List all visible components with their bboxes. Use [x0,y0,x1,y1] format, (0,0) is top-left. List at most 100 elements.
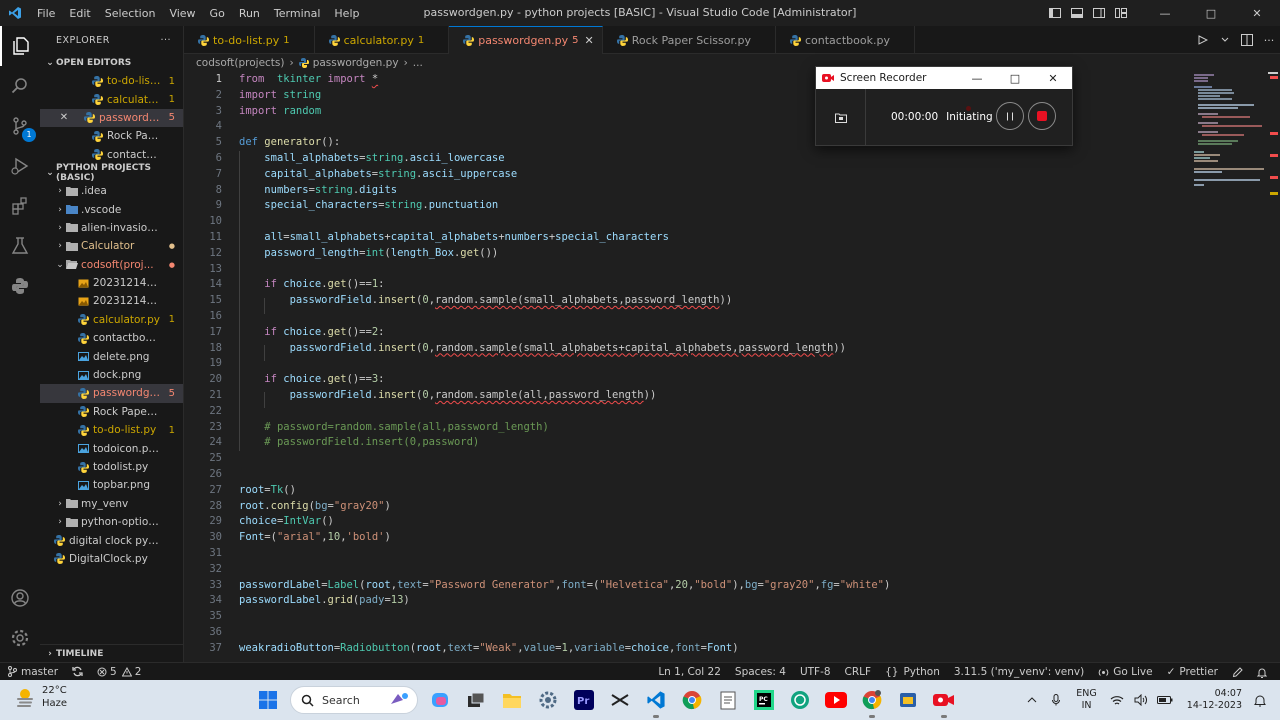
file-tree-item[interactable]: digital clock pytho... [40,531,183,549]
problems-status[interactable]: 5 2 [90,666,148,678]
menu-item-selection[interactable]: Selection [98,7,163,20]
code-line[interactable]: # passwordField.insert(0,password) [239,435,890,451]
toggle-primary-sidebar-icon[interactable] [1044,0,1066,26]
code-line[interactable] [239,625,890,641]
code-line[interactable]: import random [239,104,890,120]
editor-scrollbar[interactable] [1266,72,1280,662]
go-live-button[interactable]: Go Live [1091,666,1159,678]
python-interpreter[interactable]: 3.11.5 ('my_venv': venv) [947,666,1091,678]
run-python-file-icon[interactable] [1192,27,1214,53]
open-editor-item[interactable]: calculator.p... 1 [40,90,183,108]
close-tab-icon[interactable]: ✕ [585,34,594,47]
code-line[interactable] [239,609,890,625]
code-line[interactable]: root.config(bg="gray20") [239,499,890,515]
encoding[interactable]: UTF-8 [793,666,838,678]
code-line[interactable]: all=small_alphabets+capital_alphabets+nu… [239,230,890,246]
recorder-close-button[interactable]: ✕ [1034,67,1072,89]
notification-center-icon[interactable] [1248,694,1272,707]
file-tree-item[interactable]: › .vscode [40,200,183,218]
code-line[interactable] [239,404,890,420]
menu-item-edit[interactable]: Edit [62,7,97,20]
code-line[interactable] [239,467,890,483]
open-editors-header[interactable]: ⌄ OPEN EDITORS [40,54,183,72]
editor-tab[interactable]: passwordgen.py 5 ✕ [449,26,603,54]
code-line[interactable]: weakradioButton=Radiobutton(root,text="W… [239,641,890,657]
file-tree-item[interactable]: calculator.py 1 [40,311,183,329]
editor-tab[interactable]: Rock Paper Scissor.py [603,26,776,54]
show-hidden-icons-icon[interactable] [1020,697,1044,703]
file-tree-item[interactable]: to-do-list.py 1 [40,421,183,439]
code-line[interactable]: import string [239,88,890,104]
file-tree-item[interactable]: todolist.py [40,458,183,476]
open-editor-item[interactable]: contactbook.py... [40,146,183,164]
file-tree-item[interactable]: topbar.png [40,476,183,494]
battery-icon[interactable] [1153,695,1177,705]
code-lines[interactable]: from tkinter import * import string import… [239,72,890,656]
code-line[interactable] [239,119,890,135]
code-line[interactable]: if choice.get()==1: [239,277,890,293]
chatgpt-icon[interactable] [782,680,818,720]
explorer-more-button[interactable]: ··· [160,35,171,46]
file-tree-item[interactable]: › Calculator ● [40,237,183,255]
folder-icon[interactable] [816,89,866,145]
close-button[interactable]: ✕ [1234,0,1280,26]
open-editor-item[interactable]: to-do-list.py... 1 [40,72,183,90]
file-tree-item[interactable]: DigitalClock.py [40,550,183,568]
file-tree-item[interactable]: Rock Paper Sciss... [40,403,183,421]
file-tree-item[interactable]: delete.png [40,347,183,365]
line-ending[interactable]: CRLF [838,666,879,678]
breadcrumb-more[interactable]: ... [413,57,423,69]
file-tree-item[interactable]: › .idea [40,182,183,200]
accounts-icon[interactable] [0,578,40,618]
more-actions-icon[interactable]: ··· [1258,27,1280,53]
file-tree-item[interactable]: › alien-invasion-ga... [40,219,183,237]
toggle-panel-icon[interactable] [1066,0,1088,26]
run-debug-icon[interactable] [0,146,40,186]
code-line[interactable]: passwordField.insert(0,random.sample(all… [239,388,890,404]
code-line[interactable]: def generator(): [239,135,890,151]
copilot-icon[interactable] [422,680,458,720]
code-line[interactable]: passwordLabel.grid(pady=13) [239,593,890,609]
file-tree-item[interactable]: › my_venv [40,495,183,513]
code-line[interactable]: Font=("arial",10,'bold') [239,530,890,546]
timeline-header[interactable]: › TIMELINE [40,644,183,662]
code-line[interactable]: if choice.get()==3: [239,372,890,388]
minimize-button[interactable]: — [1142,0,1188,26]
code-line[interactable]: root=Tk() [239,483,890,499]
cursor-position[interactable]: Ln 1, Col 22 [651,666,728,678]
vscode-taskbar-icon[interactable] [638,680,674,720]
customize-layout-icon[interactable] [1110,0,1132,26]
code-line[interactable]: small_alphabets=string.ascii_lowercase [239,151,890,167]
file-tree-item[interactable]: passwordge... 5 [40,384,183,403]
premiere-pro-icon[interactable]: Pr [566,680,602,720]
chrome-icon[interactable] [674,680,710,720]
source-control-icon[interactable]: 1 [0,106,40,146]
settings-gear-icon[interactable] [0,618,40,658]
code-line[interactable]: numbers=string.digits [239,183,890,199]
editor-tab[interactable]: calculator.py 1 [315,26,450,54]
file-tree-item[interactable]: 2023121416020... [40,274,183,292]
open-editor-item[interactable]: ✕ passwordge... 5 [40,108,183,128]
file-tree-item[interactable]: contactbook.py [40,329,183,347]
code-line[interactable]: if choice.get()==2: [239,325,890,341]
code-line[interactable]: capital_alphabets=string.ascii_uppercase [239,167,890,183]
code-line[interactable]: passwordLabel=Label(root,text="Password … [239,578,890,594]
app-icon[interactable] [890,680,926,720]
weather-widget[interactable]: 22°C Haze [14,684,67,710]
editor-tab[interactable]: contactbook.py [776,26,915,54]
run-dropdown-icon[interactable] [1214,27,1236,53]
system-clock[interactable]: 04:07 14-12-2023 [1187,688,1242,712]
toggle-secondary-sidebar-icon[interactable] [1088,0,1110,26]
code-editor[interactable]: 1 2 3 4 5 6 7 8 9 10 11 12 13 14 15 16 17 18 19 20 21 22 23 24 2… [184,72,1280,662]
extensions-icon[interactable] [0,186,40,226]
file-tree-item[interactable]: 2023121416050... [40,292,183,310]
microphone-icon[interactable] [1044,694,1068,706]
menu-item-terminal[interactable]: Terminal [267,7,328,20]
breadcrumb-folder[interactable]: codsoft(projects) [196,57,285,69]
chrome-profile-icon[interactable] [854,680,890,720]
code-line[interactable]: from tkinter import * [239,72,890,88]
file-tree-item[interactable]: todoicon.png [40,439,183,457]
taskbar-search[interactable]: Search [290,686,418,714]
file-explorer-icon[interactable] [494,680,530,720]
input-language[interactable]: ENG IN [1076,688,1096,712]
